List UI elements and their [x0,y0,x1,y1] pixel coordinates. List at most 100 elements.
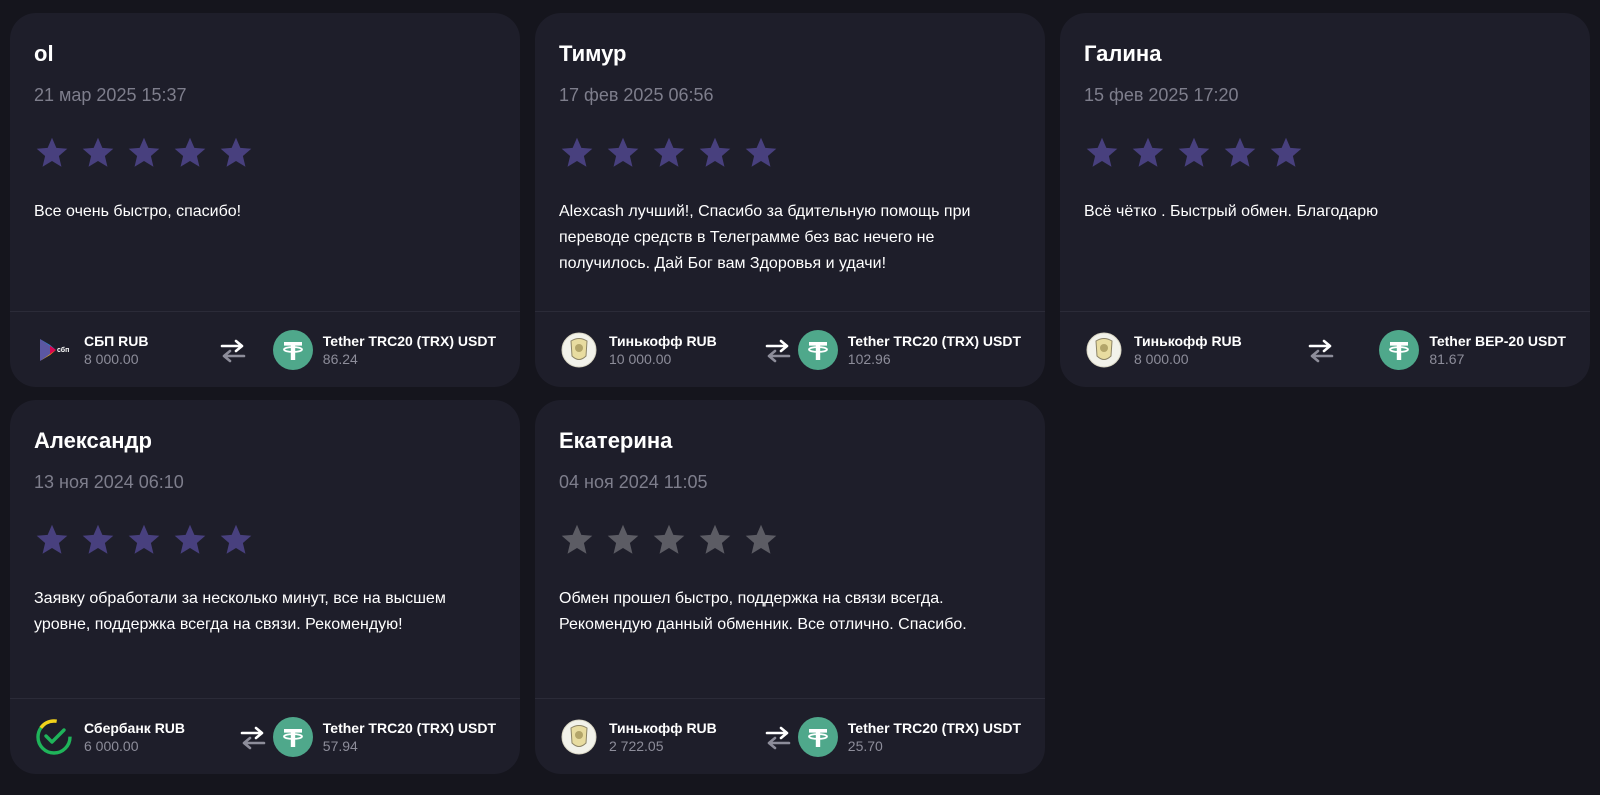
exchange-to: Tether BEP-20 USDT 81.67 [1379,330,1566,370]
tether-icon [797,330,838,370]
exchange-from: Тинькофф RUB 8 000.00 [1084,330,1242,370]
tether-icon [797,717,838,757]
rating-stars [34,135,254,171]
star-icon [220,524,252,554]
exchange-to: Tether TRC20 (TRX) USDT 102.96 [797,330,1021,370]
star-icon [36,524,68,554]
exchange-from-amount: 10 000.00 [609,351,672,367]
tether-icon [1379,330,1420,370]
star-icon [82,524,114,554]
reviewer-name: Тимур [559,41,627,66]
star-icon [607,137,639,167]
sberbank-icon [34,717,74,757]
tinkoff-icon [559,330,599,370]
exchange-from-name: Сбербанк RUB [84,720,186,736]
star-icon [1178,137,1210,167]
exchange-from-name: СБП RUB [84,333,149,349]
star-icon [699,524,731,554]
exchange-to-amount: 57.94 [322,738,358,754]
review-card: Александр 13 ноя 2024 06:10 Заявку обраб… [10,400,520,774]
review-card: ol 21 мар 2025 15:37 Все очень быстро, с… [10,13,520,387]
review-text: Обмен прошел быстро, поддержка на связи … [559,590,967,633]
star-icon [653,524,685,554]
exchange-pair: Тинькофф RUB 10 000.00 Tether TRC20 (TRX… [559,312,1021,387]
swap-arrows-icon [240,726,266,750]
exchange-to: Tether TRC20 (TRX) USDT 86.24 [272,330,496,370]
review-date: 17 фев 2025 06:56 [559,85,714,105]
exchange-pair: Тинькофф RUB 8 000.00 Tether BEP-20 USDT… [1084,312,1566,387]
exchange-from-name: Тинькофф RUB [609,720,717,736]
exchange-to-amount: 25.70 [847,738,883,754]
star-icon [745,524,777,554]
exchange-to-name: Tether TRC20 (TRX) USDT [322,720,496,736]
review-date: 04 ноя 2024 11:05 [559,472,708,492]
review-date: 15 фев 2025 17:20 [1084,85,1239,105]
exchange-pair: Тинькофф RUB 2 722.05 Tether TRC20 (TRX)… [559,699,1021,774]
exchange-from: Тинькофф RUB 2 722.05 [559,717,717,757]
star-icon [607,524,639,554]
exchange-to-name: Tether BEP-20 USDT [1429,333,1566,349]
tether-icon [272,717,313,757]
exchange-from: сбп СБП RUB 8 000.00 [34,330,148,370]
exchange-to-name: Tether TRC20 (TRX) USDT [847,333,1021,349]
sbp-icon: сбп [34,330,74,370]
exchange-to: Tether TRC20 (TRX) USDT 57.94 [272,717,496,757]
exchange-from-name: Тинькофф RUB [609,333,717,349]
tinkoff-icon [1084,330,1124,370]
star-icon [745,137,777,167]
star-icon [561,524,593,554]
reviewer-name: Александр [34,428,152,453]
exchange-from: Тинькофф RUB 10 000.00 [559,330,717,370]
swap-arrows-icon [765,726,791,750]
star-icon [174,137,206,167]
review-text: Всё чётко . Быстрый обмен. Благодарю [1084,203,1379,220]
exchange-from-amount: 8 000.00 [1134,351,1189,367]
exchange-to-amount: 81.67 [1429,351,1465,367]
rating-stars [559,135,779,171]
swap-arrows-icon [220,339,246,363]
exchange-to-amount: 86.24 [322,351,358,367]
star-icon [36,137,68,167]
exchange-pair: Сбербанк RUB 6 000.00 Tether TRC20 (TRX)… [34,699,496,774]
reviewer-name: Галина [1084,41,1162,66]
exchange-from-name: Тинькофф RUB [1134,333,1242,349]
star-icon [561,137,593,167]
swap-arrows-icon [765,339,791,363]
exchange-pair: сбп СБП RUB 8 000.00 Tether TRC20 (TRX) … [34,312,496,387]
star-icon [1224,137,1256,167]
rating-stars [34,522,254,558]
star-icon [699,137,731,167]
review-text: Все очень быстро, спасибо! [34,203,242,220]
star-icon [128,524,160,554]
star-icon [1132,137,1164,167]
exchange-to-name: Tether TRC20 (TRX) USDT [847,720,1021,736]
exchange-to-name: Tether TRC20 (TRX) USDT [322,333,496,349]
review-date: 13 ноя 2024 06:10 [34,472,184,492]
review-card: Галина 15 фев 2025 17:20 Всё чётко . Быс… [1060,13,1590,387]
swap-arrows-icon [1308,339,1334,363]
reviewer-name: Екатерина [559,428,673,453]
tinkoff-icon [559,717,599,757]
star-icon [220,137,252,167]
exchange-to: Tether TRC20 (TRX) USDT 25.70 [797,717,1021,757]
rating-stars [1084,135,1304,171]
star-icon [128,137,160,167]
exchange-from: Сбербанк RUB 6 000.00 [34,717,185,757]
review-text: Заявку обработали за несколько минут, вс… [34,590,446,633]
star-icon [1270,137,1302,167]
review-card: Тимур 17 фев 2025 06:56 Alexcash лучший!… [535,13,1045,387]
exchange-from-amount: 2 722.05 [609,738,664,754]
reviewer-name: ol [34,41,54,66]
svg-text:сбп: сбп [57,346,69,354]
reviews-grid: ol 21 мар 2025 15:37 Все очень быстро, с… [0,0,1600,795]
review-date: 21 мар 2025 15:37 [34,85,187,105]
star-icon [174,524,206,554]
star-icon [82,137,114,167]
star-icon [653,137,685,167]
star-icon [1086,137,1118,167]
tether-icon [272,330,313,370]
exchange-to-amount: 102.96 [847,351,891,367]
exchange-from-amount: 6 000.00 [84,738,139,754]
rating-stars [559,522,779,558]
review-text: Alexcash лучший!, Спасибо за бдительную … [559,203,971,272]
